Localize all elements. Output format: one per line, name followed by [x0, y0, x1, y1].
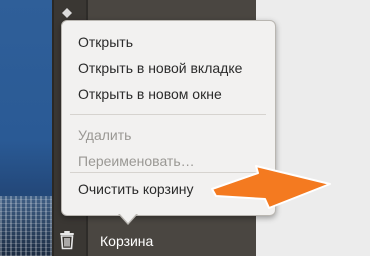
arrow-pointer [211, 165, 331, 209]
